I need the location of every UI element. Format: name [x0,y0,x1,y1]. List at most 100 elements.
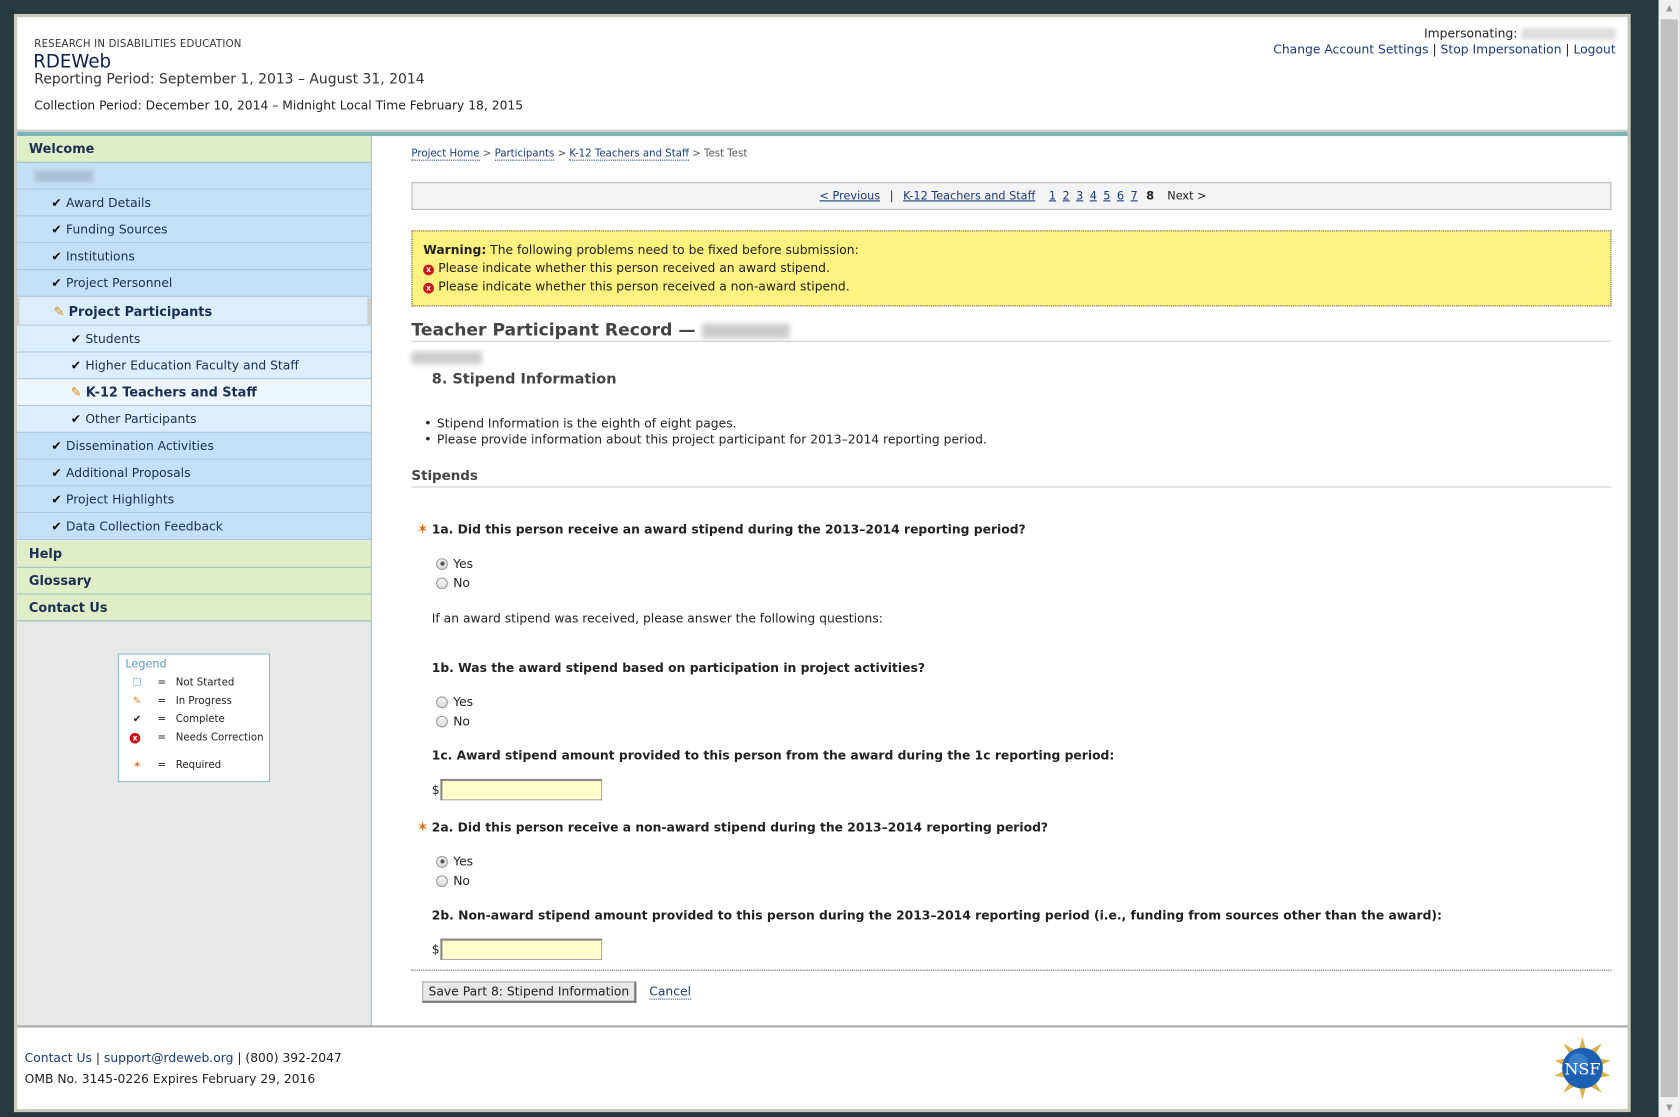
impersonating-label: Impersonating: [1424,25,1518,41]
sidebar-item-help[interactable]: Help [17,541,371,568]
section-link[interactable]: K-12 Teachers and Staff [903,190,1035,203]
required-star-icon: ✶ [416,819,429,836]
radio-2a-yes[interactable]: Yes [436,853,473,870]
cancel-link[interactable]: Cancel [649,984,692,1000]
breadcrumb-participants[interactable]: Participants [494,147,554,161]
page-link-1[interactable]: 1 [1049,190,1056,203]
check-icon: ✔ [51,275,62,291]
footer-phone: (800) 392-2047 [245,1049,342,1065]
page-link-6[interactable]: 6 [1117,190,1124,203]
breadcrumb-k12[interactable]: K-12 Teachers and Staff [569,147,689,161]
breadcrumb-project-home[interactable]: Project Home [411,147,480,161]
radio-1b-yes[interactable]: Yes [436,693,473,710]
radio-label: No [453,575,470,591]
sidebar-item-funding-sources[interactable]: ✔ Funding Sources [17,216,371,244]
page-link-7[interactable]: 7 [1130,190,1137,203]
pencil-icon: ✎ [53,304,65,320]
legend-needs-correction: Needs Correction [175,731,264,744]
stipends-heading: Stipends [411,467,1612,488]
check-icon: ✔ [70,411,82,427]
currency-symbol: $ [431,941,440,957]
page-link-3[interactable]: 3 [1076,190,1083,203]
radio-unchecked[interactable] [436,695,448,708]
equals: = [157,713,167,726]
sidebar-item-dissemination[interactable]: ✔ Dissemination Activities [17,432,371,460]
question-1b: 1b. Was the award stipend based on parti… [431,659,925,675]
warning-item: Please indicate whether this person rece… [438,260,830,276]
error-icon: x [423,264,434,276]
separator: > [557,147,567,160]
radio-unchecked[interactable] [436,576,448,589]
collection-period: Collection Period: December 10, 2014 – M… [34,97,524,113]
sidebar-item-students[interactable]: ✔ Students [17,325,371,353]
sidebar-item-higher-ed-faculty[interactable]: ✔ Higher Education Faculty and Staff [17,352,371,380]
check-icon: ✔ [51,194,62,210]
conditional-note: If an award stipend was received, please… [431,610,883,626]
scroll-down-icon[interactable]: ▼ [1659,1099,1680,1116]
equals: = [157,695,167,708]
footer-contact: Contact Us | support@rdeweb.org | (800) … [25,1050,342,1065]
separator: > [692,147,701,160]
previous-link[interactable]: < Previous [820,190,881,203]
amount-1c-input[interactable] [440,778,603,801]
sidebar-item-k12-teachers[interactable]: ✎ K-12 Teachers and Staff [17,379,371,407]
sidebar-item-project-participants[interactable]: ✎ Project Participants [17,297,371,326]
separator: | [1432,41,1437,57]
nsf-logo-text: NSF [1564,1060,1600,1079]
breadcrumb: Project Home > Participants > K-12 Teach… [411,147,747,161]
separator: | [1565,41,1570,57]
footer-email-link[interactable]: support@rdeweb.org [104,1050,233,1065]
required-star-icon: ✶ [416,521,429,538]
radio-1a-no[interactable]: No [436,574,470,591]
not-started-icon: ☐ [132,677,142,689]
radio-label: No [453,873,470,889]
participant-name-blurred [411,351,483,365]
currency-symbol: $ [431,782,440,798]
instruction-item: Please provide information about this pr… [424,431,987,447]
radio-unchecked[interactable] [436,874,448,887]
sidebar-item-glossary[interactable]: Glossary [17,567,371,595]
radio-1b-no[interactable]: No [436,712,470,729]
label: Other Participants [85,411,197,427]
footer-contact-link[interactable]: Contact Us [25,1050,92,1065]
radio-1a-yes[interactable]: Yes [436,555,473,572]
check-icon: ✔ [51,491,62,507]
radio-checked[interactable] [436,855,448,868]
change-account-settings-link[interactable]: Change Account Settings [1273,42,1428,57]
label: Data Collection Feedback [66,518,223,534]
radio-checked[interactable] [436,557,448,570]
sidebar-item-welcome[interactable]: Welcome [17,136,371,163]
sidebar-item-project-personnel[interactable]: ✔ Project Personnel [17,269,371,297]
equals: = [157,731,167,744]
label: K-12 Teachers and Staff [85,384,257,400]
stop-impersonation-link[interactable]: Stop Impersonation [1441,42,1562,57]
account-bar: Impersonating: Change Account Settings |… [1273,25,1616,58]
page-link-2[interactable]: 2 [1063,190,1070,203]
page-link-5[interactable]: 5 [1103,190,1110,203]
scrollbar-thumb[interactable] [1660,19,1678,1098]
sidebar-item-data-collection-feedback[interactable]: ✔ Data Collection Feedback [17,513,371,540]
scroll-up-icon[interactable]: ▲ [1659,0,1680,17]
logout-link[interactable]: Logout [1573,42,1615,57]
separator: > [482,147,492,160]
sidebar-item-award-id[interactable] [17,162,371,190]
radio-2a-no[interactable]: No [436,872,470,889]
page-navigation: < Previous | K-12 Teachers and Staff 12345… [411,182,1612,210]
save-button[interactable]: Save Part 8: Stipend Information [422,981,637,1003]
equals: = [157,677,167,689]
sidebar-item-project-highlights[interactable]: ✔ Project Highlights [17,486,371,514]
sidebar-item-other-participants[interactable]: ✔ Other Participants [17,406,371,433]
radio-unchecked[interactable] [436,715,448,727]
sidebar-item-award-details[interactable]: ✔ Award Details [17,189,371,217]
next-link[interactable]: Next > [1167,190,1206,203]
amount-2b-input[interactable] [440,938,603,960]
sidebar-item-contact-us[interactable]: Contact Us [17,594,371,622]
section-title: 8. Stipend Information [431,370,617,388]
sidebar-item-institutions[interactable]: ✔ Institutions [17,243,371,270]
nsf-logo: NSF [1554,1037,1611,1100]
page-link-4[interactable]: 4 [1090,190,1097,203]
check-icon: ✔ [51,438,62,454]
sidebar-item-additional-proposals[interactable]: ✔ Additional Proposals [17,459,371,487]
label: Additional Proposals [66,464,191,480]
pencil-icon: ✎ [132,695,142,708]
